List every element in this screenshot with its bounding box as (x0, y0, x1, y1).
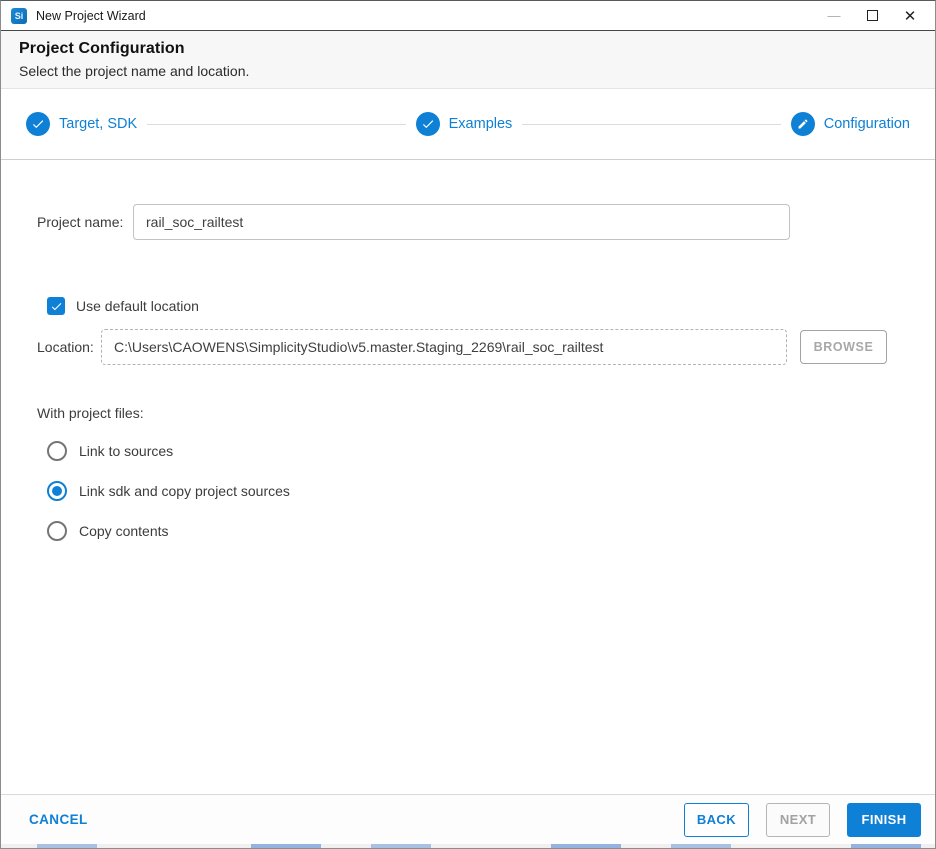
simplicity-studio-logo-icon: Si (11, 7, 27, 24)
with-project-files-label: With project files: (37, 405, 144, 421)
pencil-icon (790, 112, 815, 136)
browse-button: BROWSE (800, 330, 887, 364)
minimize-button[interactable]: — (815, 1, 853, 30)
radio-label: Link to sources (79, 443, 174, 459)
window-title: New Project Wizard (36, 8, 146, 23)
page-title: Project Configuration (19, 40, 185, 57)
close-button[interactable]: ✕ (891, 1, 929, 30)
use-default-location-label: Use default location (76, 298, 199, 314)
location-label: Location: (37, 339, 94, 355)
maximize-button[interactable] (853, 1, 891, 30)
location-row: Location: BROWSE (1, 329, 935, 365)
next-button: NEXT (766, 802, 830, 837)
step-examples[interactable]: Examples (415, 112, 513, 136)
step-configuration[interactable]: Configuration (790, 112, 910, 136)
project-name-input[interactable] (133, 204, 790, 240)
stepper-connector (147, 123, 406, 125)
radio-unselected-icon[interactable] (47, 521, 67, 541)
page-subtitle: Select the project name and location. (19, 63, 250, 79)
step-label: Examples (448, 116, 513, 132)
finish-button[interactable]: FINISH (847, 802, 921, 837)
project-name-row: Project name: (1, 204, 935, 240)
wizard-content: Project name: Use default location Locat… (1, 160, 935, 794)
radio-unselected-icon[interactable] (47, 441, 67, 461)
maximize-icon (866, 10, 878, 21)
wizard-footer: CANCEL BACK NEXT FINISH (1, 794, 935, 844)
use-default-location-row[interactable]: Use default location (1, 297, 935, 315)
check-icon (415, 112, 440, 136)
stepper-connector (522, 123, 781, 125)
location-input (101, 329, 787, 365)
radio-label: Copy contents (79, 523, 169, 539)
new-project-wizard-dialog: Si New Project Wizard — ✕ Project Config… (0, 0, 936, 849)
back-button[interactable]: BACK (683, 802, 749, 837)
radio-link-sdk-copy-sources[interactable]: Link sdk and copy project sources (1, 481, 935, 501)
title-bar: Si New Project Wizard — ✕ (1, 1, 935, 31)
window-controls: — ✕ (815, 1, 929, 30)
step-label: Target, SDK (59, 116, 138, 132)
checkbox-checked-icon[interactable] (47, 297, 65, 315)
project-name-label: Project name: (37, 214, 124, 230)
radio-selected-icon[interactable] (47, 481, 67, 501)
wizard-header: Project Configuration Select the project… (1, 31, 935, 89)
background-window-edge (1, 844, 935, 848)
radio-link-to-sources[interactable]: Link to sources (1, 441, 935, 461)
step-target-sdk[interactable]: Target, SDK (26, 112, 137, 136)
cancel-button[interactable]: CANCEL (29, 812, 88, 827)
check-icon (26, 112, 50, 136)
step-label: Configuration (823, 116, 910, 132)
with-project-files-row: With project files: (1, 405, 935, 421)
radio-label: Link sdk and copy project sources (79, 483, 290, 499)
radio-copy-contents[interactable]: Copy contents (1, 521, 935, 541)
wizard-stepper: Target, SDK Examples Configuration (1, 89, 935, 160)
